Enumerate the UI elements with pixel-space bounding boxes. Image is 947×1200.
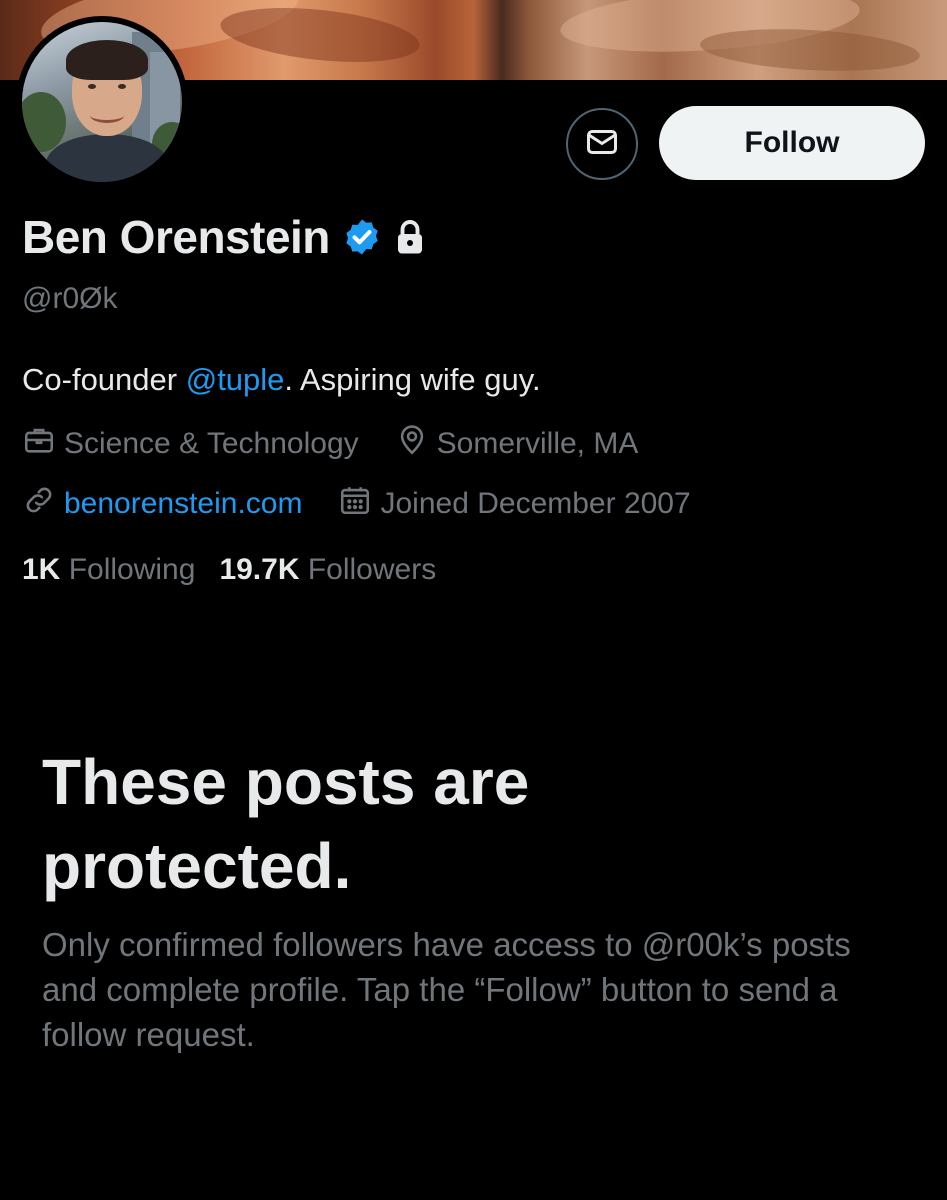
calendar-icon [338,483,372,525]
profile-name: Ben Orenstein [22,211,330,263]
profile-joined: Joined December 2007 [338,483,691,525]
briefcase-icon [22,423,56,465]
followers-stat[interactable]: 19.7K Followers [219,553,436,587]
lock-icon [394,219,426,255]
category-label: Science & Technology [64,427,359,460]
profile-category: Science & Technology [22,423,359,465]
profile-bio: Co-founder @tuple. Aspiring wife guy. [22,362,541,398]
link-icon [22,483,56,525]
bio-text-suffix: . Aspiring wife guy. [284,362,541,397]
following-stat[interactable]: 1K Following [22,553,195,587]
follow-button[interactable]: Follow [659,106,925,180]
profile-website[interactable]: benorenstein.com [22,483,302,525]
following-count: 1K [22,553,61,586]
followers-count: 19.7K [219,553,300,586]
profile-handle: @r0Øk [22,282,118,315]
profile-name-row: Ben Orenstein [22,210,426,264]
protected-description: Only confirmed followers have access to … [42,926,851,1053]
profile-location: Somerville, MA [395,423,639,465]
profile-stats: 1K Following 19.7K Followers [22,553,460,587]
following-label: Following [68,553,196,586]
profile-meta-row: Science & Technology Somerville, MA [22,423,674,465]
website-link[interactable]: benorenstein.com [64,487,302,521]
profile-avatar[interactable] [16,16,188,188]
bio-mention-link[interactable]: @tuple [186,362,285,397]
followers-label: Followers [307,553,437,586]
joined-label: Joined December 2007 [380,487,691,520]
message-button[interactable] [566,108,638,180]
verified-badge-icon[interactable] [342,217,382,257]
follow-button-label: Follow [744,126,840,159]
mail-icon [584,124,620,165]
location-label: Somerville, MA [436,427,639,460]
bio-text: Co-founder [22,362,186,397]
avatar-photo [22,22,182,182]
profile-meta-row-2: benorenstein.com Joined December 2007 [22,483,727,525]
location-pin-icon [395,423,429,465]
protected-title: These posts are protected. [42,746,530,902]
